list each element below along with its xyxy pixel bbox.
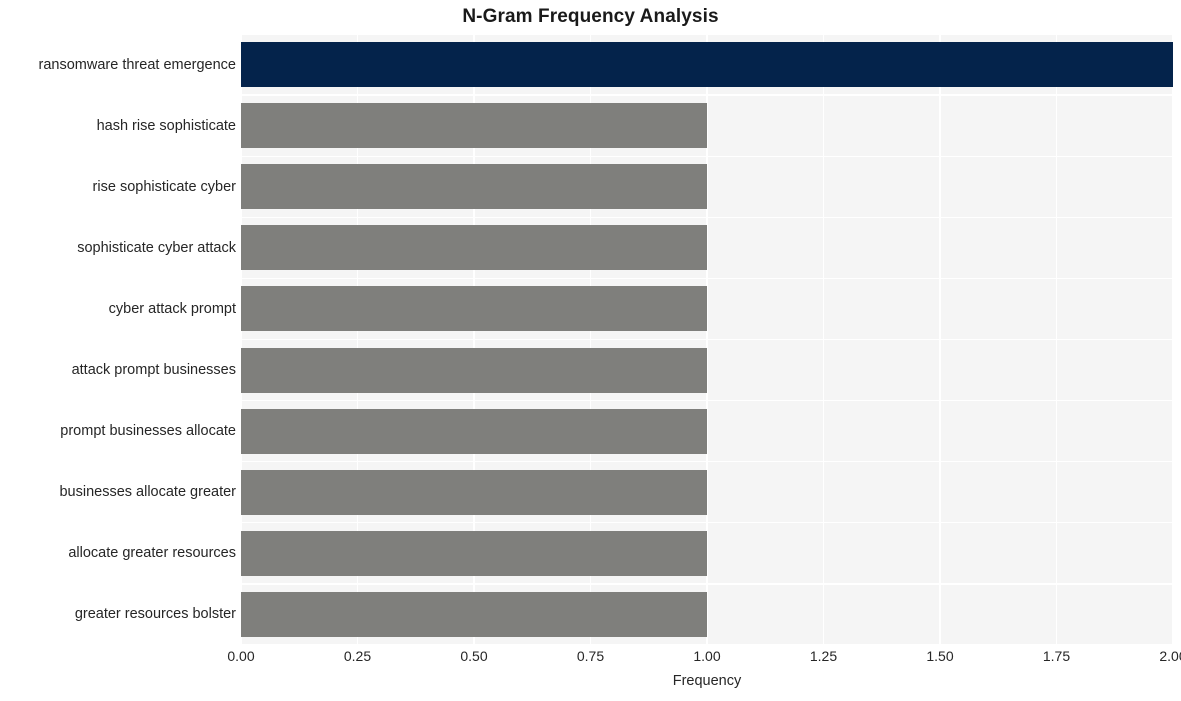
plot-area bbox=[241, 34, 1173, 645]
x-axis-tick-label: 0.75 bbox=[576, 648, 605, 664]
bar bbox=[241, 530, 707, 576]
y-axis-tick-label: hash rise sophisticate bbox=[96, 117, 236, 134]
bar bbox=[241, 347, 707, 393]
y-axis-tick-label: allocate greater resources bbox=[68, 545, 236, 562]
horizontal-gridline bbox=[241, 34, 1173, 35]
bar bbox=[241, 286, 707, 332]
horizontal-gridline bbox=[241, 338, 1173, 341]
horizontal-gridline bbox=[241, 522, 1173, 524]
bar bbox=[241, 103, 707, 149]
y-axis-tick-label: rise sophisticate cyber bbox=[92, 178, 236, 195]
horizontal-gridline bbox=[241, 277, 1173, 280]
horizontal-gridline bbox=[241, 155, 1173, 157]
x-axis-tick-label: 1.75 bbox=[1042, 648, 1071, 664]
y-axis-tick-label: prompt businesses allocate bbox=[60, 423, 236, 440]
y-axis-tick-label: sophisticate cyber attack bbox=[77, 239, 236, 256]
x-axis-tick-label: 1.00 bbox=[693, 648, 721, 664]
bar bbox=[241, 225, 707, 271]
y-axis-tick-label: attack prompt businesses bbox=[71, 362, 236, 379]
bar bbox=[241, 591, 707, 637]
horizontal-gridline bbox=[241, 583, 1173, 585]
y-axis-tick-label: ransomware threat emergence bbox=[38, 56, 236, 73]
x-axis-title: Frequency bbox=[672, 673, 742, 689]
y-axis-tick-label: cyber attack prompt bbox=[108, 300, 236, 317]
horizontal-gridline bbox=[241, 399, 1173, 402]
horizontal-gridline bbox=[241, 461, 1173, 463]
bar bbox=[241, 469, 707, 515]
y-axis-tick-label: businesses allocate greater bbox=[59, 484, 236, 501]
x-axis-tick-label: 0.00 bbox=[227, 648, 255, 664]
chart-figure: N-Gram Frequency Analysis ransomware thr… bbox=[0, 0, 1181, 701]
x-axis-tick-labels: 0.00 0.25 0.50 0.75 1.00 1.25 1.50 1.75 2.00 bbox=[227, 648, 1181, 670]
y-axis-tick-label: greater resources bolster bbox=[74, 606, 236, 623]
y-axis-tick-labels: ransomware threat emergence hash rise sop… bbox=[0, 34, 236, 645]
x-axis-tick-label: 2.00 bbox=[1159, 648, 1181, 664]
x-axis-tick-label: 1.25 bbox=[809, 648, 838, 664]
chart-title: N-Gram Frequency Analysis bbox=[462, 6, 719, 27]
bar bbox=[241, 164, 707, 210]
bar bbox=[241, 42, 1173, 88]
x-axis-tick-label: 0.50 bbox=[460, 648, 488, 664]
horizontal-gridline bbox=[241, 216, 1173, 218]
x-axis-tick-label: 0.25 bbox=[343, 648, 372, 664]
horizontal-gridline bbox=[241, 644, 1173, 645]
x-axis-tick-label: 1.50 bbox=[926, 648, 954, 664]
bar bbox=[241, 408, 707, 454]
horizontal-gridline bbox=[241, 94, 1173, 96]
